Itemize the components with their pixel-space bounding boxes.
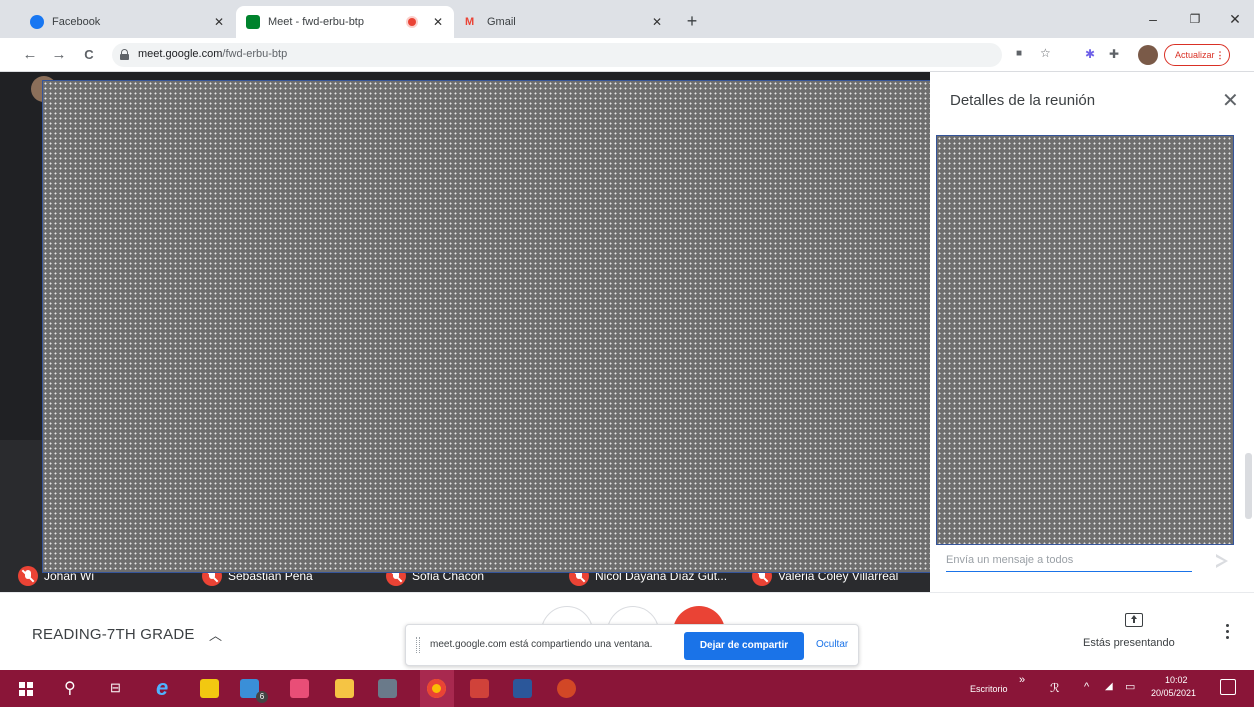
- app-icon[interactable]: [290, 679, 309, 698]
- tab-gmail[interactable]: M Gmail ✕: [455, 6, 673, 38]
- mic-off-icon: [18, 566, 38, 586]
- tab-title: Facebook: [52, 16, 101, 28]
- task-view-icon[interactable]: ⊟: [110, 680, 121, 696]
- share-message: meet.google.com está compartiendo una ve…: [430, 639, 653, 650]
- url-text[interactable]: meet.google.com/fwd-erbu-btp: [138, 48, 287, 60]
- bookmark-star-icon[interactable]: ☆: [1040, 46, 1051, 60]
- people-icon[interactable]: ℛ: [1050, 681, 1060, 695]
- screen-share-notification: meet.google.com está compartiendo una ve…: [405, 624, 859, 666]
- present-screen-icon[interactable]: [1125, 613, 1143, 627]
- extension-icon[interactable]: ✱: [1085, 47, 1095, 61]
- extensions-puzzle-icon[interactable]: ✚: [1109, 47, 1119, 61]
- hide-button[interactable]: Ocultar: [816, 639, 848, 650]
- recording-indicator-icon: [408, 18, 416, 26]
- battery-icon[interactable]: ▭: [1125, 680, 1135, 693]
- close-window-button[interactable]: ✕: [1220, 8, 1250, 30]
- media-player-icon[interactable]: [470, 679, 489, 698]
- app-icon[interactable]: [378, 679, 397, 698]
- close-tab-icon[interactable]: ✕: [432, 15, 444, 29]
- desktop-toolbar-label[interactable]: Escritorio: [970, 684, 1008, 694]
- tab-facebook[interactable]: Facebook ✕: [20, 6, 235, 38]
- panel-title: Detalles de la reunión: [950, 92, 1096, 109]
- drag-handle-icon[interactable]: [416, 637, 420, 653]
- url-domain: meet.google.com: [138, 48, 223, 60]
- chat-message-input[interactable]: Envía un mensaje a todos: [946, 554, 1192, 572]
- word-icon[interactable]: [513, 679, 532, 698]
- network-icon[interactable]: ◢: [1105, 681, 1113, 692]
- gmail-icon: M: [465, 16, 475, 28]
- panel-scrollbar[interactable]: [1245, 453, 1252, 519]
- google-meet-icon: [246, 15, 260, 29]
- close-tab-icon[interactable]: ✕: [213, 15, 225, 29]
- search-icon[interactable]: ⚲: [64, 678, 76, 698]
- stop-sharing-button[interactable]: Dejar de compartir: [684, 632, 804, 660]
- windows-taskbar: ⚲ ⊟ e 6 Escritorio » ℛ ^ ◢ ▭ 10:02 20/05…: [0, 670, 1254, 707]
- close-tab-icon[interactable]: ✕: [651, 15, 663, 29]
- update-button-label: Actualizar: [1175, 50, 1215, 60]
- chrome-icon[interactable]: [427, 679, 446, 698]
- update-button[interactable]: Actualizar ⋮: [1164, 44, 1230, 66]
- close-panel-icon[interactable]: ✕: [1222, 88, 1239, 113]
- new-tab-button[interactable]: +: [681, 11, 703, 33]
- send-icon[interactable]: [1216, 554, 1228, 568]
- edge-icon[interactable]: e: [156, 675, 168, 701]
- browser-tab-strip: Facebook ✕ Meet - fwd-erbu-btp ✕ M Gmail…: [0, 0, 1254, 38]
- clock-date[interactable]: 20/05/2021: [1151, 688, 1196, 698]
- reload-button[interactable]: C: [79, 45, 99, 65]
- meeting-name[interactable]: READING-7TH GRADE: [32, 626, 195, 643]
- store-icon[interactable]: [200, 679, 219, 698]
- address-bar[interactable]: meet.google.com/fwd-erbu-btp ■ ☆: [112, 43, 1051, 67]
- mail-badge: 6: [256, 691, 268, 703]
- meet-bottom-bar: READING-7TH GRADE ︿ meet.google.com está…: [0, 592, 1254, 670]
- menu-dots-icon: ⋮: [1215, 50, 1225, 60]
- toolbar-chevron-icon[interactable]: »: [1019, 674, 1025, 686]
- camera-in-use-icon[interactable]: ■: [1016, 48, 1022, 59]
- profile-avatar[interactable]: [1138, 45, 1158, 65]
- restore-button[interactable]: ❐: [1180, 8, 1210, 30]
- tab-title: Meet - fwd-erbu-btp: [268, 16, 364, 28]
- redacted-presentation-area: [42, 80, 935, 573]
- file-explorer-icon[interactable]: [335, 679, 354, 698]
- more-options-icon[interactable]: [1226, 624, 1230, 640]
- lock-icon: [120, 49, 129, 60]
- powerpoint-icon[interactable]: [557, 679, 576, 698]
- minimize-button[interactable]: –: [1138, 8, 1168, 30]
- chevron-up-icon[interactable]: ︿: [209, 625, 222, 644]
- clock-time[interactable]: 10:02: [1165, 675, 1188, 685]
- redacted-panel-content: [936, 135, 1234, 545]
- windows-start-icon[interactable]: [19, 682, 33, 696]
- back-button[interactable]: ←: [20, 45, 40, 65]
- presenting-status: Estás presentando: [1083, 637, 1175, 649]
- tab-title: Gmail: [487, 16, 516, 28]
- url-path: /fwd-erbu-btp: [222, 48, 288, 60]
- notifications-icon[interactable]: [1220, 679, 1236, 695]
- chevron-up-icon[interactable]: ^: [1084, 681, 1089, 693]
- facebook-icon: [30, 15, 44, 29]
- browser-toolbar: ← → C meet.google.com/fwd-erbu-btp ■ ☆ ✱…: [0, 38, 1254, 72]
- tab-meet[interactable]: Meet - fwd-erbu-btp ✕: [236, 6, 454, 38]
- forward-button[interactable]: →: [49, 45, 69, 65]
